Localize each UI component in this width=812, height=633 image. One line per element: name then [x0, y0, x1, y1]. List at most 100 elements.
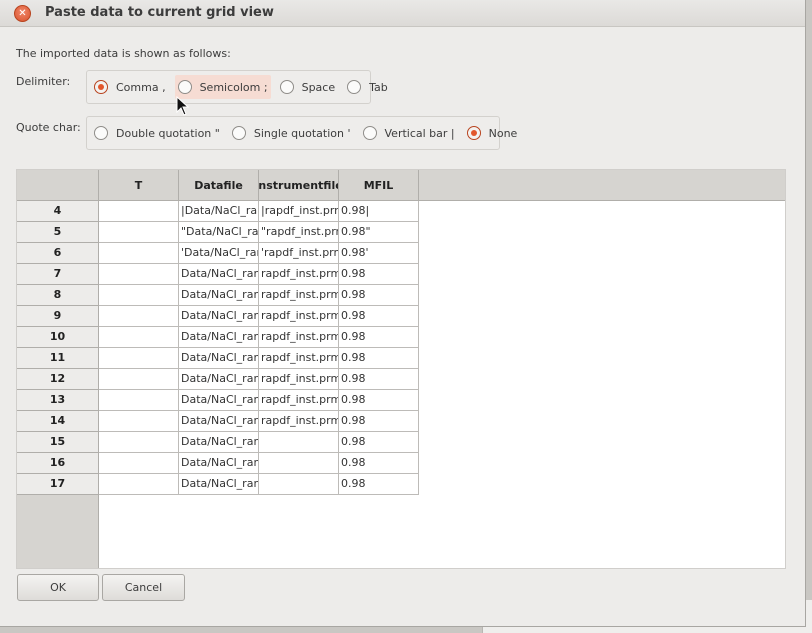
table-cell[interactable]	[99, 285, 179, 306]
data-grid[interactable]: T Datafile Instrumentfile MFIL 4 |Data/Na…	[16, 169, 786, 569]
table-cell[interactable]: rapdf_inst.prm	[259, 411, 339, 432]
table-cell[interactable]: 0.98	[339, 285, 419, 306]
table-cell[interactable]	[99, 348, 179, 369]
row-header[interactable]: 16	[17, 453, 99, 474]
table-cell[interactable]: Data/NaCl_ramp01_10f_200ms	[179, 474, 259, 495]
row-header[interactable]: 8	[17, 285, 99, 306]
table-cell[interactable]: |Data/NaCl_ramp01_10f_200ms	[179, 201, 259, 222]
table-cell[interactable]: 'rapdf_inst.prm	[259, 243, 339, 264]
table-cell[interactable]: 0.98	[339, 264, 419, 285]
table-cell[interactable]	[99, 327, 179, 348]
radio-icon[interactable]	[94, 126, 108, 140]
column-header-datafile[interactable]: Datafile	[179, 170, 259, 201]
table-cell[interactable]: 0.98	[339, 306, 419, 327]
table-cell[interactable]	[259, 432, 339, 453]
radio-icon[interactable]	[231, 126, 246, 140]
table-cell[interactable]	[99, 432, 179, 453]
row-header[interactable]: 11	[17, 348, 99, 369]
radio-icon[interactable]	[362, 126, 377, 140]
close-icon[interactable]: ✕	[14, 5, 31, 22]
intro-text: The imported data is shown as follows:	[16, 47, 231, 60]
delimiter-group: Comma , Semicolom ; Space Tab	[86, 70, 388, 104]
table-cell[interactable]	[99, 243, 179, 264]
table-cell[interactable]: Data/NaCl_ramp01_10f_200ms	[179, 369, 259, 390]
row-header[interactable]: 15	[17, 432, 99, 453]
quote-option-double[interactable]: Double quotation "	[91, 121, 223, 145]
column-header-t[interactable]: T	[99, 170, 179, 201]
table-cell[interactable]: "rapdf_inst.prm	[259, 222, 339, 243]
table-cell[interactable]: Data/NaCl_ramp01_10f_200ms	[179, 285, 259, 306]
table-cell[interactable]	[99, 390, 179, 411]
table-cell[interactable]	[99, 411, 179, 432]
radio-icon[interactable]	[466, 126, 481, 140]
delimiter-option-space[interactable]: Space	[277, 75, 339, 99]
table-cell[interactable]: Data/NaCl_ramp01_10f_200ms	[179, 411, 259, 432]
table-cell[interactable]: rapdf_inst.prm	[259, 348, 339, 369]
radio-icon[interactable]	[279, 80, 294, 94]
quote-group: Double quotation " Single quotation ' Ve…	[86, 116, 517, 150]
table-cell[interactable]	[99, 264, 179, 285]
delimiter-option-comma[interactable]: Comma ,	[91, 75, 169, 99]
table-cell[interactable]	[259, 453, 339, 474]
table-cell[interactable]	[99, 201, 179, 222]
table-cell[interactable]: rapdf_inst.prm	[259, 285, 339, 306]
table-cell[interactable]	[99, 474, 179, 495]
table-cell[interactable]: Data/NaCl_ramp01_10f_200ms	[179, 390, 259, 411]
radio-icon[interactable]	[347, 80, 362, 94]
row-header[interactable]: 17	[17, 474, 99, 495]
table-cell[interactable]: 0.98	[339, 348, 419, 369]
table-cell[interactable]	[99, 222, 179, 243]
table-cell[interactable]: 0.98	[339, 432, 419, 453]
table-cell[interactable]: Data/NaCl_ramp01_10f_200ms	[179, 264, 259, 285]
radio-icon[interactable]	[177, 80, 192, 94]
option-label: Tab	[369, 80, 388, 94]
row-header[interactable]: 13	[17, 390, 99, 411]
quote-option-vertical-bar[interactable]: Vertical bar |	[360, 121, 458, 145]
table-cell[interactable]: Data/NaCl_ramp01_10f_200ms	[179, 432, 259, 453]
table-cell[interactable]	[99, 306, 179, 327]
option-label: Single quotation '	[253, 126, 351, 140]
row-header[interactable]: 10	[17, 327, 99, 348]
radio-icon[interactable]	[94, 80, 108, 94]
cancel-button[interactable]: Cancel	[102, 574, 185, 601]
table-cell[interactable]: rapdf_inst.prm	[259, 390, 339, 411]
table-cell[interactable]: 0.98'	[339, 243, 419, 264]
table-cell[interactable]: Data/NaCl_ramp01_10f_200ms	[179, 327, 259, 348]
table-cell[interactable]: Data/NaCl_ramp01_10f_200ms	[179, 306, 259, 327]
table-cell[interactable]: |rapdf_inst.prm	[259, 201, 339, 222]
table-cell[interactable]: 0.98	[339, 390, 419, 411]
table-cell[interactable]: 0.98	[339, 369, 419, 390]
table-cell[interactable]: 0.98	[339, 453, 419, 474]
column-header-mfil[interactable]: MFIL	[339, 170, 419, 201]
quote-label: Quote char:	[16, 121, 81, 134]
table-cell[interactable]: 0.98|	[339, 201, 419, 222]
table-cell[interactable]: rapdf_inst.prm	[259, 369, 339, 390]
quote-option-single[interactable]: Single quotation '	[229, 121, 354, 145]
delimiter-option-tab[interactable]: Tab	[344, 75, 391, 99]
table-cell[interactable]: Data/NaCl_ramp01_10f_200ms	[179, 453, 259, 474]
table-cell[interactable]	[99, 453, 179, 474]
table-cell[interactable]: 0.98"	[339, 222, 419, 243]
table-cell[interactable]: Data/NaCl_ramp01_10f_200ms	[179, 348, 259, 369]
row-header[interactable]: 12	[17, 369, 99, 390]
table-cell[interactable]: rapdf_inst.prm	[259, 327, 339, 348]
table-cell[interactable]: 'Data/NaCl_ramp01_10f_200ms	[179, 243, 259, 264]
row-header[interactable]: 5	[17, 222, 99, 243]
table-cell[interactable]: "Data/NaCl_ramp01_10f_200ms	[179, 222, 259, 243]
row-header[interactable]: 7	[17, 264, 99, 285]
table-cell[interactable]: rapdf_inst.prm	[259, 264, 339, 285]
row-header[interactable]: 4	[17, 201, 99, 222]
quote-option-none[interactable]: None	[464, 121, 521, 145]
table-cell[interactable]	[259, 474, 339, 495]
table-cell[interactable]: 0.98	[339, 327, 419, 348]
row-header[interactable]: 9	[17, 306, 99, 327]
table-cell[interactable]: 0.98	[339, 411, 419, 432]
table-cell[interactable]: 0.98	[339, 474, 419, 495]
ok-button[interactable]: OK	[17, 574, 99, 601]
row-header[interactable]: 6	[17, 243, 99, 264]
column-header-instrumentfile[interactable]: Instrumentfile	[259, 170, 339, 201]
grid-corner[interactable]	[17, 170, 99, 201]
row-header[interactable]: 14	[17, 411, 99, 432]
table-cell[interactable]: rapdf_inst.prm	[259, 306, 339, 327]
table-cell[interactable]	[99, 369, 179, 390]
